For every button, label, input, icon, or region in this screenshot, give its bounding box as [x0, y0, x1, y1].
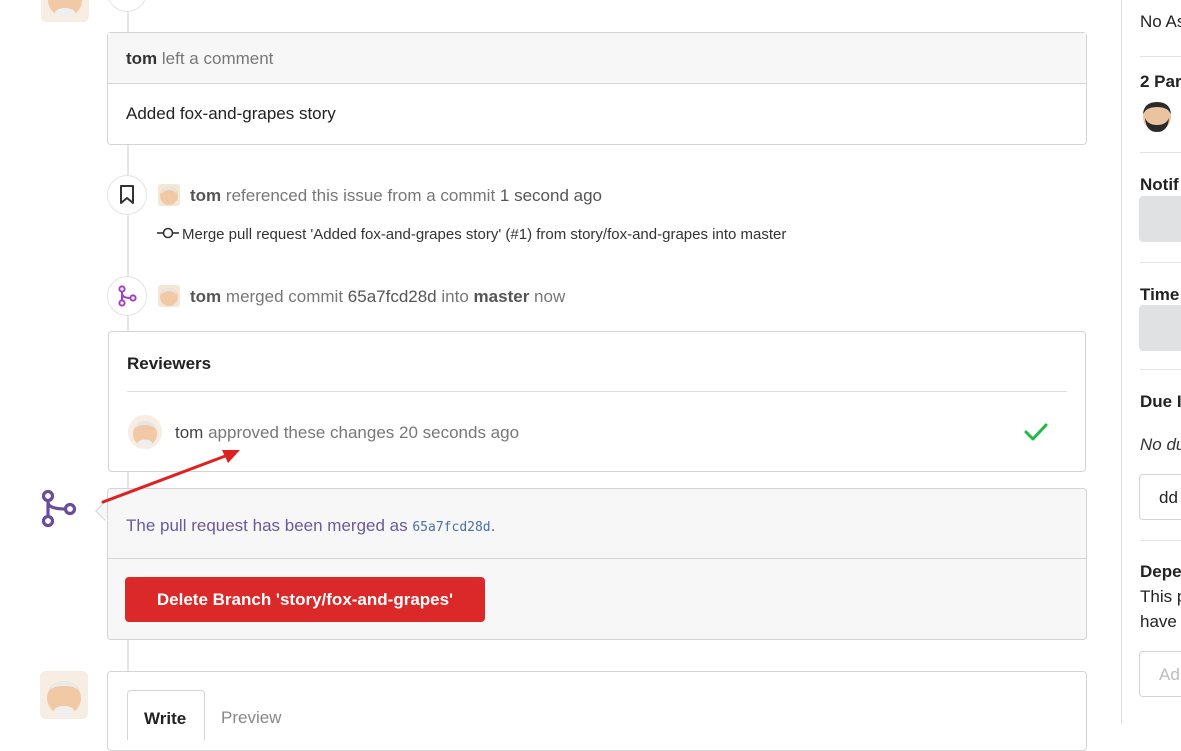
- merged-status: The pull request has been merged as 65a7…: [108, 489, 1086, 559]
- old-man-face-icon: [160, 288, 178, 306]
- user-avatar[interactable]: [41, 0, 89, 22]
- small-avatar[interactable]: [158, 184, 180, 206]
- reviewers-box: Reviewers tom approved these changes 20 …: [108, 331, 1086, 472]
- dependencies-heading: Depe: [1140, 562, 1181, 581]
- event-time[interactable]: now: [534, 287, 565, 306]
- event-author[interactable]: tom: [190, 287, 221, 306]
- dependencies-text: have: [1140, 612, 1177, 631]
- commit-message[interactable]: Merge pull request 'Added fox-and-grapes…: [182, 226, 786, 243]
- merge-icon: [41, 489, 77, 528]
- merge-badge: [107, 276, 147, 316]
- notifications-heading: Notif: [1140, 175, 1179, 194]
- bearded-man-icon: [1143, 102, 1171, 132]
- assignees-value: No As: [1140, 12, 1181, 31]
- divider: [1140, 152, 1181, 153]
- divider: [1140, 540, 1181, 541]
- issue-sidebar: No As 2 Par Notif Time Due I No du dd De…: [1121, 0, 1181, 724]
- divider: [127, 391, 1067, 392]
- due-date-value: No du: [1140, 435, 1181, 454]
- commit-icon: [157, 227, 179, 239]
- divider: [1140, 56, 1181, 57]
- merged-period: .: [490, 516, 496, 535]
- small-avatar[interactable]: [158, 285, 180, 307]
- check-icon: [1024, 423, 1048, 441]
- merged-box: The pull request has been merged as 65a7…: [107, 488, 1087, 640]
- bookmark-icon: [120, 185, 134, 204]
- user-avatar[interactable]: [40, 671, 88, 719]
- due-date-input[interactable]: dd: [1139, 474, 1181, 520]
- comment-header: tom left a comment: [108, 33, 1086, 84]
- divider: [1140, 369, 1181, 370]
- annotation-arrow-icon: [101, 450, 240, 504]
- event-badge: [107, 0, 147, 12]
- time-tracking-heading: Time: [1140, 285, 1180, 304]
- event-into: into: [441, 287, 469, 306]
- reviewer-status: tom approved these changes 20 seconds ag…: [175, 423, 519, 443]
- reference-event-text: tom referenced this issue from a commit …: [190, 186, 602, 206]
- branch-name[interactable]: master: [474, 287, 530, 306]
- comment-author[interactable]: tom: [126, 49, 157, 68]
- merged-text: The pull request has been merged as: [126, 516, 408, 535]
- merge-icon: [118, 285, 137, 307]
- review-status: approved these changes 20 seconds ago: [208, 423, 520, 442]
- divider: [1140, 262, 1181, 263]
- participant-avatar[interactable]: [1140, 98, 1174, 134]
- merge-event-text: tom merged commit 65a7fcd28d into master…: [190, 287, 565, 307]
- merged-message: The pull request has been merged as 65a7…: [126, 516, 495, 536]
- comment-body: Added fox-and-grapes story: [126, 104, 336, 123]
- event-author[interactable]: tom: [190, 186, 221, 205]
- tab-write[interactable]: Write: [127, 690, 205, 740]
- tab-preview[interactable]: Preview: [221, 708, 281, 728]
- participants-heading: 2 Par: [1140, 72, 1181, 91]
- event-action: referenced this issue from a commit: [225, 186, 496, 205]
- comment-editor: Write Preview: [107, 671, 1087, 751]
- commit-link[interactable]: 65a7fcd28d: [348, 287, 437, 306]
- reference-badge: [107, 175, 147, 215]
- comment-action: left a comment: [161, 49, 274, 68]
- merged-commit-link[interactable]: 65a7fcd28d: [412, 520, 490, 535]
- subscribe-button[interactable]: [1139, 196, 1181, 242]
- event-time[interactable]: 1 second ago: [500, 186, 602, 205]
- event-action: merged commit: [225, 287, 344, 306]
- add-dependency-input[interactable]: Ad: [1139, 651, 1181, 697]
- start-timer-button[interactable]: [1139, 305, 1181, 351]
- reviewers-title: Reviewers: [127, 354, 212, 373]
- old-man-face-icon: [41, 0, 89, 22]
- old-man-face-icon: [160, 187, 178, 205]
- dependencies-text: This p: [1140, 587, 1181, 606]
- reviewer-name[interactable]: tom: [175, 423, 203, 442]
- delete-branch-button[interactable]: Delete Branch 'story/fox-and-grapes': [125, 577, 485, 622]
- old-man-face-icon: [40, 671, 88, 719]
- comment-box: tom left a comment Added fox-and-grapes …: [107, 32, 1087, 145]
- due-date-heading: Due I: [1140, 392, 1181, 411]
